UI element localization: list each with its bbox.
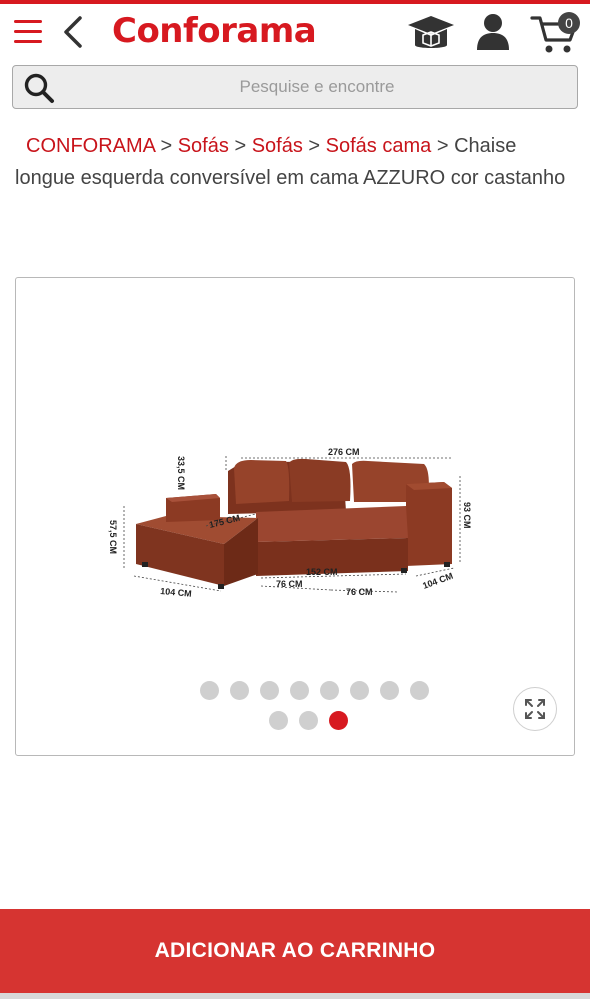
carousel-dots-row-2 (16, 711, 574, 735)
dim-depth: 104 CM (421, 571, 454, 591)
breadcrumb: CONFORAMA > Sofás > Sofás > Sofás cama >… (15, 130, 575, 194)
carousel-dot-3[interactable] (259, 681, 279, 700)
breadcrumb-link-sofas-cama[interactable]: Sofás cama (326, 135, 432, 157)
product-image[interactable]: 276 CM 33,5 CM 93 CM 175 CM 57,5 CM 104 … (106, 446, 486, 606)
dim-seat-width: 152 CM (306, 567, 338, 577)
carousel-dot-1[interactable] (199, 681, 219, 700)
search-icon[interactable] (23, 72, 55, 104)
user-icon[interactable] (474, 12, 512, 52)
back-arrow-icon[interactable] (60, 14, 90, 50)
breadcrumb-separator: > (308, 135, 321, 157)
carousel-dot-11-active[interactable] (328, 711, 348, 730)
breadcrumb-separator: > (436, 135, 449, 157)
carousel-dot-6[interactable] (349, 681, 369, 700)
breadcrumb-link-sofas-2[interactable]: Sofás (252, 135, 303, 157)
dim-width-top: 276 CM (328, 447, 360, 457)
carousel-dot-9[interactable] (268, 711, 288, 730)
carousel-dot-5[interactable] (319, 681, 339, 700)
carousel-dot-8[interactable] (409, 681, 429, 700)
graduation-cap-icon[interactable] (406, 12, 456, 54)
breadcrumb-separator: > (160, 135, 173, 157)
breadcrumb-link-sofas[interactable]: Sofás (178, 135, 229, 157)
bottom-strip (0, 993, 590, 999)
search-input[interactable] (67, 66, 567, 108)
carousel-dot-4[interactable] (289, 681, 309, 700)
dim-total-height: 93 CM (462, 502, 472, 529)
cart-count-badge: 0 (558, 12, 580, 34)
header: Conforama 0 (0, 4, 590, 60)
dim-chaise-depth: 104 CM (160, 586, 192, 599)
dim-chaise-height: 57,5 CM (108, 520, 118, 554)
carousel-dot-10[interactable] (298, 711, 318, 730)
carousel-dot-7[interactable] (379, 681, 399, 700)
carousel-dot-2[interactable] (229, 681, 249, 700)
menu-icon[interactable] (14, 18, 42, 44)
conforama-logo[interactable]: Conforama (112, 11, 317, 51)
zoom-button[interactable] (513, 687, 557, 731)
dim-seat-left: 76 CM (276, 579, 303, 589)
dim-back-height: 33,5 CM (176, 456, 186, 490)
carousel-dots-row-1 (16, 681, 574, 705)
search-bar (12, 65, 578, 109)
dim-seat-right: 76 CM (346, 587, 373, 597)
breadcrumb-link-conforama[interactable]: CONFORAMA (26, 135, 155, 157)
breadcrumb-separator: > (234, 135, 247, 157)
add-to-cart-button[interactable]: ADICIONAR AO CARRINHO (0, 909, 590, 993)
expand-icon (525, 699, 545, 719)
product-gallery[interactable]: 276 CM 33,5 CM 93 CM 175 CM 57,5 CM 104 … (15, 277, 575, 756)
